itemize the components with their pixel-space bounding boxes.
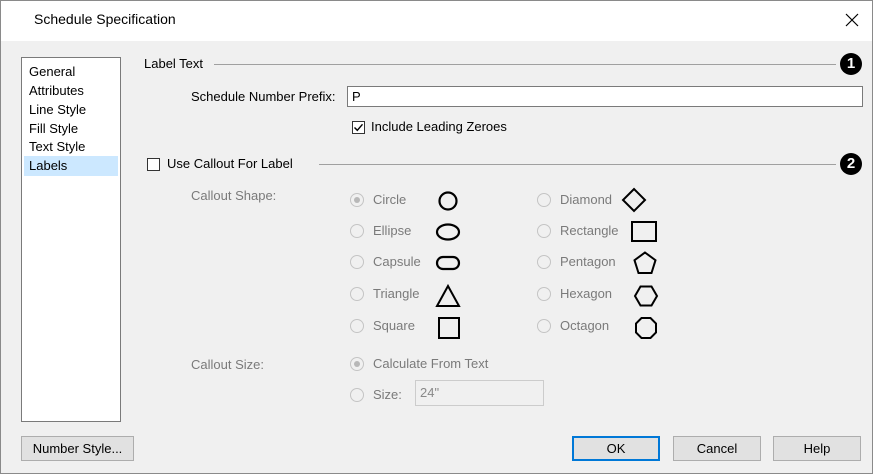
schedule-number-prefix-label: Schedule Number Prefix: [191, 89, 336, 104]
label-text-group-label: Label Text [144, 56, 204, 71]
octagon-icon [635, 317, 657, 339]
callout-size-label: Callout Size: [191, 357, 264, 372]
radio-capsule[interactable] [350, 255, 364, 269]
callout-size-input[interactable]: 24" [415, 380, 544, 406]
cancel-button[interactable]: Cancel [673, 436, 761, 461]
radio-diamond-label: Diamond [560, 192, 613, 207]
radio-rectangle-label: Rectangle [560, 223, 619, 238]
include-leading-zeroes-checkbox[interactable] [352, 121, 365, 134]
radio-octagon-label: Octagon [560, 318, 610, 333]
category-list[interactable]: General Attributes Line Style Fill Style… [21, 57, 121, 422]
rectangle-icon [631, 221, 657, 242]
radio-circle-label: Circle [373, 192, 407, 207]
radio-capsule-label: Capsule [373, 254, 421, 269]
radio-hexagon[interactable] [537, 287, 551, 301]
title-bar: Schedule Specification [1, 1, 872, 41]
square-icon [438, 317, 460, 339]
radio-square[interactable] [350, 319, 364, 333]
help-button[interactable]: Help [773, 436, 861, 461]
use-callout-checkbox[interactable] [147, 158, 160, 171]
sidebar-item-general[interactable]: General [24, 62, 118, 82]
sidebar-item-line-style[interactable]: Line Style [24, 100, 118, 120]
radio-triangle[interactable] [350, 287, 364, 301]
sidebar-item-text-style[interactable]: Text Style [24, 137, 118, 157]
radio-calculate-from-text[interactable] [350, 357, 364, 371]
sidebar-item-attributes[interactable]: Attributes [24, 81, 118, 101]
radio-ellipse[interactable] [350, 224, 364, 238]
window-title: Schedule Specification [34, 11, 176, 27]
radio-octagon[interactable] [537, 319, 551, 333]
sidebar-item-labels[interactable]: Labels [24, 156, 118, 176]
sidebar-item-fill-style[interactable]: Fill Style [24, 119, 118, 139]
radio-hexagon-label: Hexagon [560, 286, 613, 301]
checkmark-icon [354, 123, 364, 132]
radio-diamond[interactable] [537, 193, 551, 207]
radio-pentagon[interactable] [537, 255, 551, 269]
radio-circle[interactable] [350, 193, 364, 207]
number-style-button[interactable]: Number Style... [21, 436, 134, 461]
diamond-icon [621, 187, 647, 213]
callout-badge-2: 2 [840, 153, 862, 175]
radio-triangle-label: Triangle [373, 286, 420, 301]
triangle-icon [435, 283, 461, 307]
radio-ellipse-label: Ellipse [373, 223, 412, 238]
include-leading-zeroes-label: Include Leading Zeroes [371, 119, 507, 134]
size-option-label: Size: [373, 387, 402, 402]
radio-rectangle[interactable] [537, 224, 551, 238]
circle-icon [438, 191, 458, 211]
calculate-from-text-label: Calculate From Text [373, 356, 489, 371]
capsule-icon [435, 255, 461, 271]
schedule-number-prefix-input[interactable]: P [347, 86, 863, 107]
close-button[interactable] [838, 6, 866, 34]
callout-shape-label: Callout Shape: [191, 188, 277, 203]
callout-badge-1: 1 [840, 53, 862, 75]
ellipse-icon [435, 223, 461, 241]
label-text-divider [214, 64, 836, 65]
use-callout-label: Use Callout For Label [167, 156, 293, 171]
close-icon [845, 13, 859, 27]
pentagon-icon [633, 251, 657, 274]
radio-square-label: Square [373, 318, 415, 333]
hexagon-icon [633, 285, 659, 307]
radio-size[interactable] [350, 388, 364, 402]
schedule-specification-dialog: Schedule Specification General Attribute… [0, 0, 873, 474]
radio-pentagon-label: Pentagon [560, 254, 616, 269]
ok-button[interactable]: OK [572, 436, 660, 461]
use-callout-divider [319, 164, 836, 165]
